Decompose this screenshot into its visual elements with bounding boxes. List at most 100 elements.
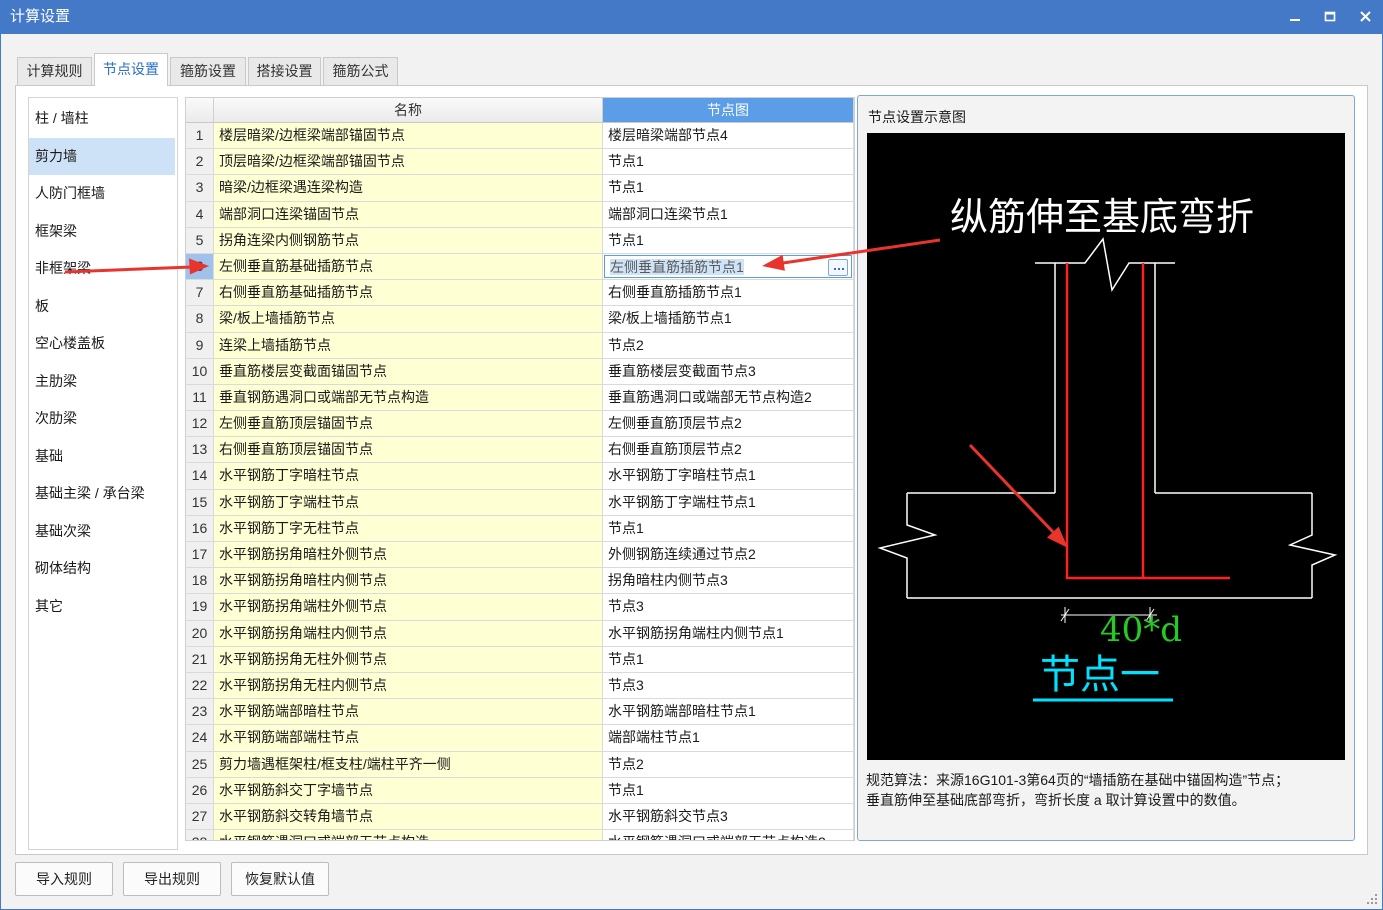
table-row[interactable]: 17 水平钢筋拐角暗柱外侧节点 外侧钢筋连续通过节点2 xyxy=(186,542,854,569)
row-number-cell[interactable]: 10 xyxy=(186,358,214,385)
table-row[interactable]: 5 拐角连梁内侧钢筋节点 节点1 xyxy=(186,227,854,254)
title-bar[interactable]: 计算设置 xyxy=(0,0,1383,34)
node-cell[interactable]: 端部端柱节点1 xyxy=(603,725,854,752)
tab-node-settings[interactable]: 节点设置 xyxy=(94,53,168,86)
name-cell[interactable]: 水平钢筋拐角无柱内侧节点 xyxy=(214,672,603,700)
name-cell[interactable]: 水平钢筋丁字端柱节点 xyxy=(214,489,603,516)
name-cell[interactable]: 水平钢筋丁字暗柱节点 xyxy=(214,463,603,490)
tab-lap-settings[interactable]: 搭接设置 xyxy=(248,57,321,85)
close-button[interactable] xyxy=(1348,0,1382,34)
name-cell[interactable]: 楼层暗梁/边框梁端部锚固节点 xyxy=(214,123,603,150)
row-number-cell[interactable]: 3 xyxy=(186,175,214,202)
row-number-cell[interactable]: 8 xyxy=(186,306,214,333)
table-row[interactable]: 3 暗梁/边框梁遇连梁构造 节点1 xyxy=(186,175,854,202)
node-cell[interactable]: 右侧垂直筋插筋节点1 xyxy=(603,280,854,307)
table-row[interactable]: 11 垂直钢筋遇洞口或端部无节点构造 垂直筋遇洞口或端部无节点构造2 xyxy=(186,384,854,412)
sidebar-item-column[interactable]: 柱 / 墙柱 xyxy=(29,100,175,138)
table-row[interactable]: 15 水平钢筋丁字端柱节点 水平钢筋丁字端柱节点1 xyxy=(186,489,854,516)
node-cell[interactable]: 节点1 xyxy=(603,175,854,202)
row-number-cell[interactable]: 1 xyxy=(186,123,214,150)
name-cell[interactable]: 右侧垂直筋顶层锚固节点 xyxy=(214,437,603,464)
row-number-cell[interactable]: 24 xyxy=(186,725,214,752)
node-cell[interactable]: 节点1 xyxy=(603,777,854,804)
node-cell[interactable]: 右侧垂直筋顶层节点2 xyxy=(603,437,854,464)
node-cell[interactable]: 楼层暗梁端部节点4 xyxy=(603,123,854,150)
name-cell[interactable]: 连梁上墙插筋节点 xyxy=(214,332,603,359)
sidebar-item-frame-beam[interactable]: 框架梁 xyxy=(29,213,175,251)
node-cell[interactable]: 垂直筋遇洞口或端部无节点构造2 xyxy=(603,384,854,412)
table-row[interactable]: 28水平钢筋遇洞口或端部无节点构造水平钢筋遇洞口或端部无节点构造2 xyxy=(186,830,854,840)
node-cell[interactable]: 水平钢筋丁字端柱节点1 xyxy=(603,489,854,516)
table-row[interactable]: 20 水平钢筋拐角端柱内侧节点 水平钢筋拐角端柱内侧节点1 xyxy=(186,620,854,647)
node-cell[interactable]: 左侧垂直筋顶层节点2 xyxy=(603,411,854,438)
row-number-cell[interactable]: 22 xyxy=(186,672,214,700)
row-number-cell[interactable]: 18 xyxy=(186,568,214,595)
row-number-cell[interactable]: 2 xyxy=(186,149,214,176)
node-cell[interactable]: 节点1 xyxy=(603,646,854,673)
name-cell[interactable]: 水平钢筋端部暗柱节点 xyxy=(214,699,603,726)
table-row[interactable]: 26 水平钢筋斜交丁字墙节点 节点1 xyxy=(186,777,854,804)
sidebar-item-blast-door-frame-wall[interactable]: 人防门框墙 xyxy=(29,175,175,213)
node-cell[interactable]: 水平钢筋斜交节点3 xyxy=(603,803,854,831)
name-cell[interactable]: 垂直筋楼层变截面锚固节点 xyxy=(214,358,603,385)
name-cell[interactable]: 水平钢筋斜交丁字墙节点 xyxy=(214,777,603,804)
row-number-cell[interactable]: 26 xyxy=(186,777,214,804)
name-cell[interactable]: 水平钢筋端部端柱节点 xyxy=(214,725,603,752)
column-header-node[interactable]: 节点图 xyxy=(603,98,854,123)
node-cell[interactable]: 左侧垂直筋插筋节点1 xyxy=(603,253,854,281)
node-cell[interactable]: 梁/板上墙插筋节点1 xyxy=(603,306,854,333)
row-number-cell[interactable]: 12 xyxy=(186,411,214,438)
table-row[interactable]: 4 端部洞口连梁锚固节点 端部洞口连梁节点1 xyxy=(186,201,854,228)
sidebar-item-foundation[interactable]: 基础 xyxy=(29,438,175,476)
name-cell[interactable]: 水平钢筋斜交转角墙节点 xyxy=(214,803,603,831)
row-number-cell[interactable]: 17 xyxy=(186,542,214,569)
name-cell[interactable]: 水平钢筋丁字无柱节点 xyxy=(214,515,603,542)
row-number-cell[interactable]: 23 xyxy=(186,699,214,726)
table-row[interactable]: 16 水平钢筋丁字无柱节点 节点1 xyxy=(186,515,854,542)
name-cell[interactable]: 拐角连梁内侧钢筋节点 xyxy=(214,227,603,254)
table-row[interactable]: 27 水平钢筋斜交转角墙节点 水平钢筋斜交节点3 xyxy=(186,803,854,831)
node-settings-table[interactable]: 名称 节点图 1 楼层暗梁/边框梁端部锚固节点 楼层暗梁端部节点4 2 顶层暗梁/边框梁… xyxy=(185,97,855,841)
export-rules-button[interactable]: 导出规则 xyxy=(123,862,221,896)
sidebar-item-non-frame-beam[interactable]: 非框架梁 xyxy=(29,250,175,288)
sidebar-item-shear-wall[interactable]: 剪力墙 xyxy=(29,137,175,175)
table-row[interactable]: 24 水平钢筋端部端柱节点 端部端柱节点1 xyxy=(186,725,854,752)
table-row[interactable]: 14 水平钢筋丁字暗柱节点 水平钢筋丁字暗柱节点1 xyxy=(186,463,854,490)
table-row[interactable]: 7 右侧垂直筋基础插筋节点 右侧垂直筋插筋节点1 xyxy=(186,280,854,307)
node-cell[interactable]: 水平钢筋丁字暗柱节点1 xyxy=(603,463,854,490)
table-row[interactable]: 8 梁/板上墙插筋节点 梁/板上墙插筋节点1 xyxy=(186,306,854,333)
node-edit-value[interactable]: 左侧垂直筋插筋节点1 xyxy=(610,258,744,275)
node-cell[interactable]: 水平钢筋拐角端柱内侧节点1 xyxy=(603,620,854,647)
node-cell[interactable]: 水平钢筋遇洞口或端部无节点构造2 xyxy=(603,830,854,840)
row-number-cell[interactable]: 21 xyxy=(186,646,214,673)
name-cell[interactable]: 右侧垂直筋基础插筋节点 xyxy=(214,280,603,307)
sidebar-item-foundation-main-beam[interactable]: 基础主梁 / 承台梁 xyxy=(29,475,175,513)
table-row[interactable]: 12 左侧垂直筋顶层锚固节点 左侧垂直筋顶层节点2 xyxy=(186,411,854,438)
tab-stirrup-formula[interactable]: 箍筋公式 xyxy=(323,57,398,85)
name-cell[interactable]: 顶层暗梁/边框梁端部锚固节点 xyxy=(214,149,603,176)
row-number-cell[interactable]: 11 xyxy=(186,384,214,412)
row-number-cell[interactable]: 16 xyxy=(186,515,214,542)
row-number-cell[interactable]: 15 xyxy=(186,489,214,516)
import-rules-button[interactable]: 导入规则 xyxy=(15,862,113,896)
tab-stirrup-settings[interactable]: 箍筋设置 xyxy=(170,57,246,85)
sidebar-item-main-rib-beam[interactable]: 主肋梁 xyxy=(29,363,175,401)
table-row[interactable]: 13 右侧垂直筋顶层锚固节点 右侧垂直筋顶层节点2 xyxy=(186,437,854,464)
restore-defaults-button[interactable]: 恢复默认值 xyxy=(231,862,329,896)
name-cell[interactable]: 端部洞口连梁锚固节点 xyxy=(214,201,603,228)
table-row[interactable]: 23 水平钢筋端部暗柱节点 水平钢筋端部暗柱节点1 xyxy=(186,699,854,726)
row-number-cell[interactable]: 6 xyxy=(186,253,214,281)
table-row[interactable]: 25 剪力墙遇框架柱/框支柱/端柱平齐一侧 节点2 xyxy=(186,751,854,778)
tab-calc-rules[interactable]: 计算规则 xyxy=(17,57,92,85)
row-number-cell[interactable]: 5 xyxy=(186,227,214,254)
name-cell[interactable]: 暗梁/边框梁遇连梁构造 xyxy=(214,175,603,202)
name-cell[interactable]: 剪力墙遇框架柱/框支柱/端柱平齐一侧 xyxy=(214,751,603,778)
table-row[interactable]: 2 顶层暗梁/边框梁端部锚固节点 节点1 xyxy=(186,149,854,176)
sidebar-item-secondary-rib-beam[interactable]: 次肋梁 xyxy=(29,400,175,438)
node-cell[interactable]: 节点2 xyxy=(603,751,854,778)
table-row[interactable]: 19 水平钢筋拐角端柱外侧节点 节点3 xyxy=(186,594,854,621)
node-cell[interactable]: 节点1 xyxy=(603,149,854,176)
name-cell[interactable]: 水平钢筋拐角暗柱内侧节点 xyxy=(214,568,603,595)
row-number-cell[interactable]: 27 xyxy=(186,803,214,831)
node-cell[interactable]: 节点3 xyxy=(603,672,854,700)
